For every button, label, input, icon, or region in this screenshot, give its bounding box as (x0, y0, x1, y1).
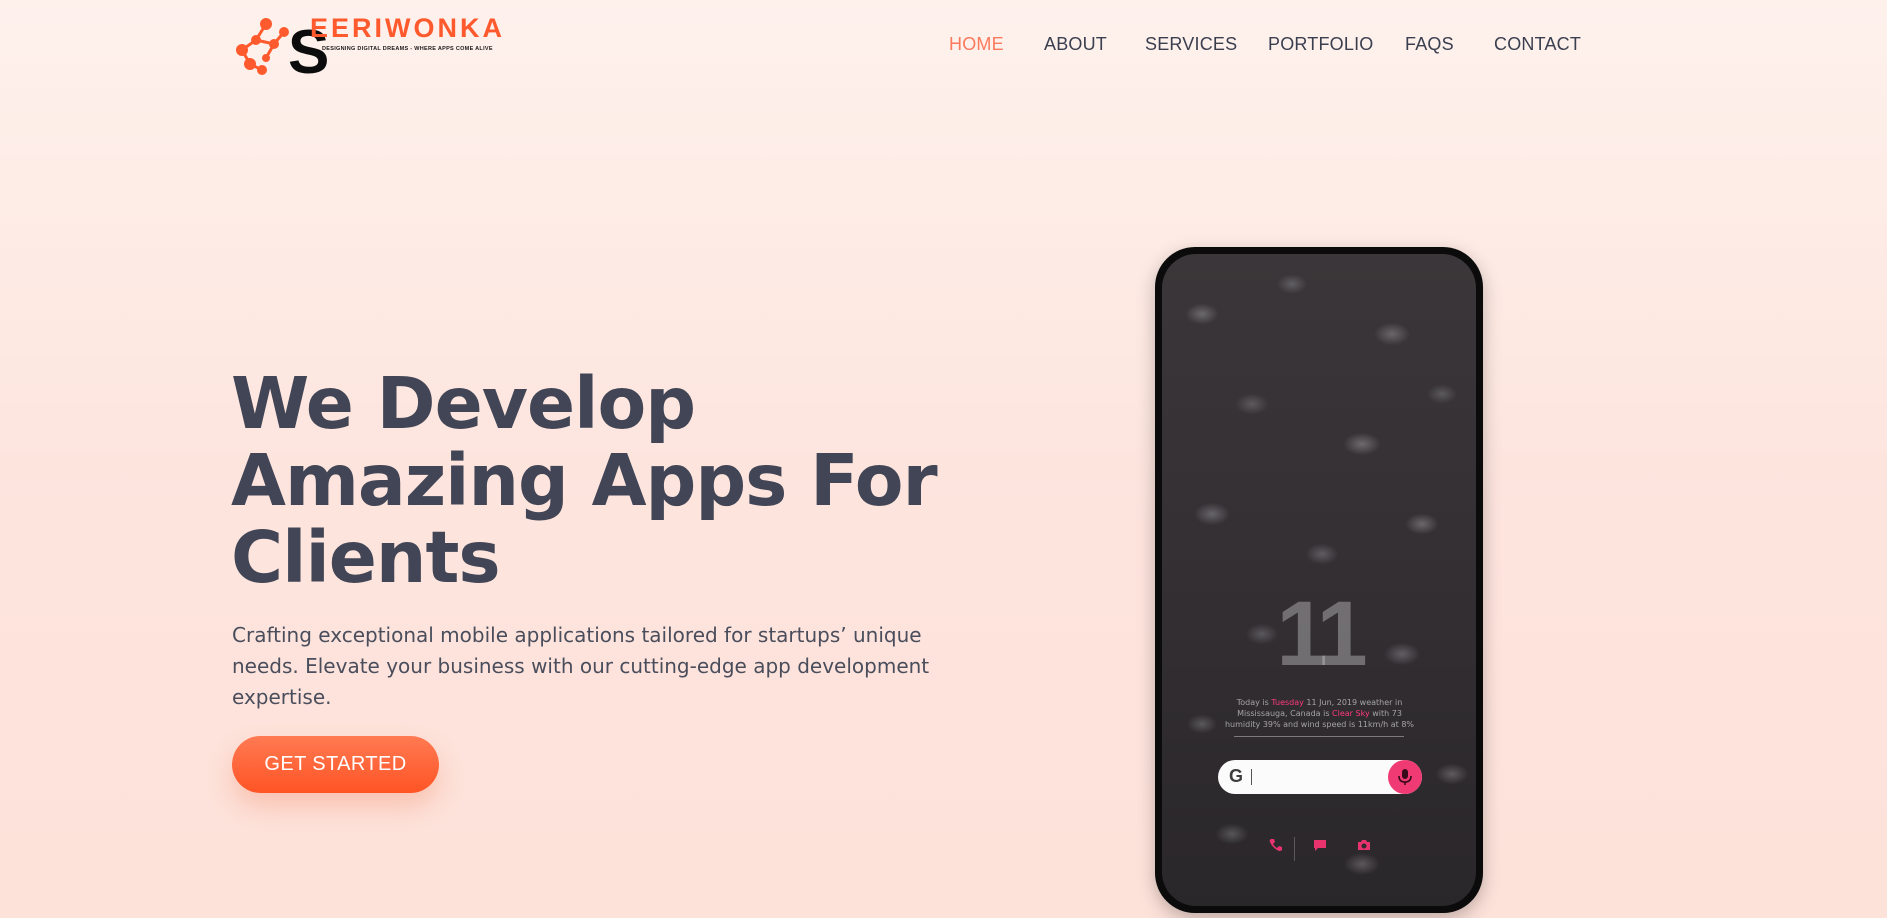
weather-text-part: 11 Jun, 2019 weather in (1303, 698, 1403, 707)
text-caret (1251, 769, 1252, 785)
main-nav: HOME ABOUT SERVICES PORTFOLIO FAQS CONTA… (0, 34, 1887, 58)
phone-dock (1162, 837, 1476, 861)
dock-separator (1294, 837, 1295, 861)
weather-divider (1234, 736, 1404, 737)
google-icon: G (1229, 766, 1244, 786)
nav-item-portfolio[interactable]: PORTFOLIO (1268, 34, 1374, 55)
message-icon[interactable] (1312, 837, 1328, 853)
nav-item-faqs[interactable]: FAQS (1405, 34, 1454, 55)
weather-text-part: Today is (1236, 698, 1272, 707)
phone-screen: 11 Today is Tuesday 11 Jun, 2019 weather… (1162, 254, 1476, 906)
hero-description: Crafting exceptional mobile applications… (232, 623, 930, 709)
weather-day: Tuesday (1271, 698, 1304, 707)
hero-title-line: Clients (231, 516, 501, 599)
nav-item-home[interactable]: HOME (949, 34, 1004, 55)
hero-title-line: We Develop (231, 362, 696, 445)
mic-icon[interactable] (1388, 760, 1422, 794)
weather-condition: Clear Sky (1332, 709, 1370, 718)
phone-search-bar[interactable]: G (1218, 760, 1422, 794)
weather-text-part: humidity 39% and wind speed is 11km/h at… (1224, 720, 1415, 729)
weather-text-part: with 73 (1369, 709, 1402, 718)
phone-clock: 11 (1276, 583, 1367, 685)
weather-text: Today is Tuesday 11 Jun, 2019 weather in… (1212, 697, 1427, 730)
get-started-button[interactable]: GET STARTED (232, 736, 439, 793)
nav-item-about[interactable]: ABOUT (1044, 34, 1107, 55)
phone-mockup: 11 Today is Tuesday 11 Jun, 2019 weather… (1155, 247, 1483, 913)
landing-page: S EERIWONKA DESIGNING DIGITAL DREAMS - W… (0, 0, 1887, 918)
hero-title: We Develop Amazing Apps For Clients (231, 365, 951, 596)
phone-call-icon[interactable] (1268, 837, 1284, 853)
nav-item-contact[interactable]: CONTACT (1494, 34, 1581, 55)
camera-icon[interactable] (1356, 837, 1372, 853)
nav-item-services[interactable]: SERVICES (1145, 34, 1237, 55)
hero-title-line: Amazing Apps For (231, 439, 938, 522)
weather-text-part: Mississauga, Canada is (1237, 709, 1333, 718)
